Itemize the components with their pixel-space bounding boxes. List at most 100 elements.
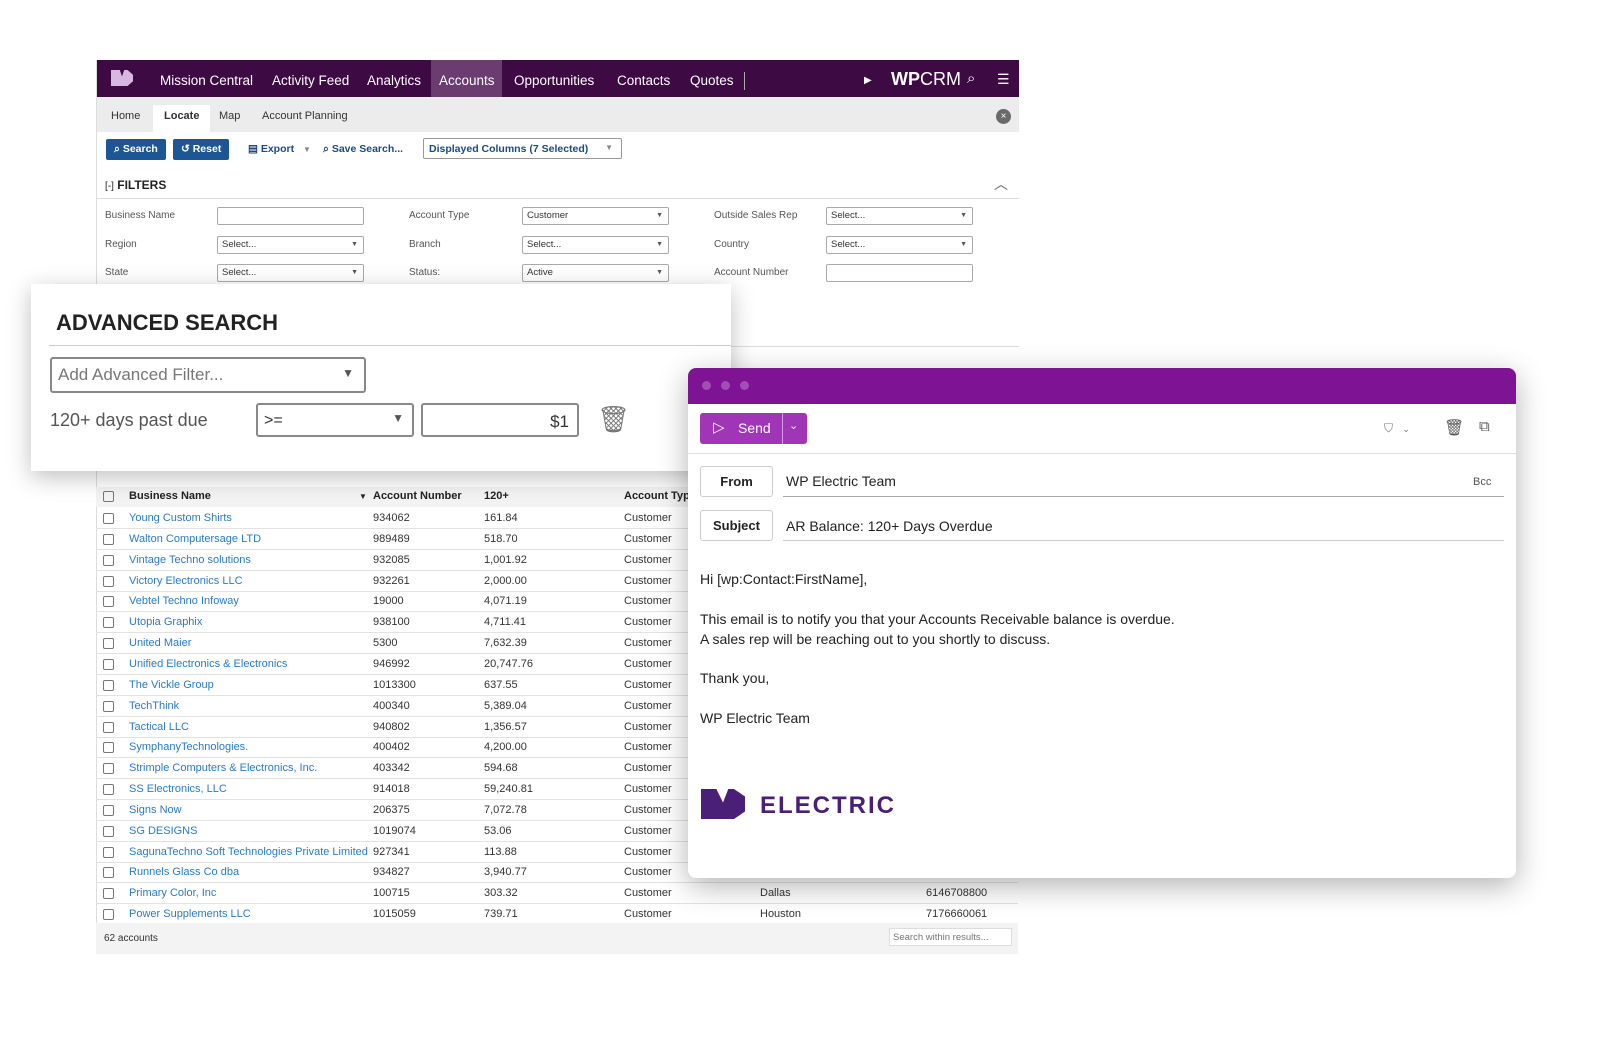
window-dot[interactable] xyxy=(740,381,749,390)
business-name-link[interactable]: Signs Now xyxy=(129,800,182,821)
row-checkbox[interactable] xyxy=(103,763,114,775)
email-greeting[interactable]: Hi [wp:Contact:FirstName], xyxy=(700,571,867,587)
row-checkbox[interactable] xyxy=(103,867,114,879)
subject-button[interactable]: Subject xyxy=(700,510,773,541)
from-button[interactable]: From xyxy=(700,466,773,497)
subnav-locate[interactable]: Locate xyxy=(153,105,211,132)
filter-input[interactable]: Select... ▼ xyxy=(217,236,364,254)
email-body-line[interactable]: This email is to notify you that your Ac… xyxy=(700,611,1175,627)
nav-quotes[interactable]: Quotes xyxy=(690,60,734,97)
nav-activity-feed[interactable]: Activity Feed xyxy=(272,60,349,97)
business-name-link[interactable]: Strimple Computers & Electronics, Inc. xyxy=(129,758,317,779)
filter-input[interactable]: Select... ▼ xyxy=(522,236,669,254)
row-checkbox[interactable] xyxy=(103,575,114,587)
operator-select[interactable]: >= ▼ xyxy=(256,403,414,437)
header-business-name[interactable]: Business Name xyxy=(129,487,211,506)
business-name-link[interactable]: SG DESIGNS xyxy=(129,821,197,842)
collapse-chevron-icon[interactable]: ︿ xyxy=(994,174,1008,194)
row-checkbox[interactable] xyxy=(103,700,114,712)
expand-arrow-icon[interactable]: ▶ xyxy=(864,60,872,97)
filter-input[interactable]: Select... ▼ xyxy=(217,264,364,282)
pop-out-icon[interactable]: ⧉ xyxy=(1479,418,1490,435)
business-name-link[interactable]: Victory Electronics LLC xyxy=(129,571,243,592)
filter-input[interactable]: Select... ▼ xyxy=(826,207,973,225)
nav-contacts[interactable]: Contacts xyxy=(617,60,670,97)
header-account-type[interactable]: Account Type xyxy=(624,487,696,506)
subject-input[interactable]: AR Balance: 120+ Days Overdue xyxy=(786,518,993,534)
send-options-chevron-icon[interactable]: ⌄ xyxy=(789,419,798,432)
row-checkbox[interactable] xyxy=(103,679,114,691)
header-account-number[interactable]: Account Number xyxy=(373,487,462,506)
row-checkbox[interactable] xyxy=(103,721,114,733)
subnav-account-planning[interactable]: Account Planning xyxy=(251,105,359,132)
row-checkbox[interactable] xyxy=(103,909,114,921)
select-all-checkbox[interactable] xyxy=(103,491,114,502)
filter-input[interactable] xyxy=(217,207,364,225)
displayed-columns-select[interactable]: Displayed Columns (7 Selected) ▼ xyxy=(423,138,622,159)
business-name-link[interactable]: Power Supplements LLC xyxy=(129,904,251,925)
window-dot[interactable] xyxy=(702,381,711,390)
business-name-link[interactable]: SymphanyTechnologies. xyxy=(129,737,248,758)
trash-icon[interactable]: 🗑︎ xyxy=(597,404,630,435)
filter-input[interactable]: Active ▼ xyxy=(522,264,669,282)
window-dot[interactable] xyxy=(721,381,730,390)
close-icon[interactable]: × xyxy=(996,109,1011,124)
nav-analytics[interactable]: Analytics xyxy=(367,60,421,97)
discard-trash-icon[interactable]: 🗑︎ xyxy=(1444,418,1464,438)
row-checkbox[interactable] xyxy=(103,617,114,629)
subnav-home[interactable]: Home xyxy=(100,105,151,132)
filter-input[interactable] xyxy=(826,264,973,282)
row-checkbox[interactable] xyxy=(103,825,114,837)
nav-opportunities[interactable]: Opportunities xyxy=(514,60,594,97)
business-name-link[interactable]: Vintage Techno solutions xyxy=(129,550,251,571)
business-name-link[interactable]: Utopia Graphix xyxy=(129,612,202,633)
row-checkbox[interactable] xyxy=(103,596,114,608)
business-name-link[interactable]: Unified Electronics & Electronics xyxy=(129,654,287,675)
reset-button[interactable]: ↺ Reset xyxy=(173,139,230,160)
business-name-link[interactable]: Vebtel Techno Infoway xyxy=(129,591,239,612)
business-name-link[interactable]: Primary Color, Inc xyxy=(129,883,216,904)
email-signoff[interactable]: Thank you, xyxy=(700,670,769,686)
business-name-link[interactable]: Runnels Glass Co dba xyxy=(129,862,239,883)
row-checkbox[interactable] xyxy=(103,658,114,670)
nav-mission-central[interactable]: Mission Central xyxy=(160,60,253,97)
row-checkbox[interactable] xyxy=(103,554,114,566)
search-within-results-input[interactable] xyxy=(889,928,1012,946)
search-icon[interactable]: ⌕ xyxy=(967,60,975,97)
header-120-plus[interactable]: 120+ xyxy=(484,487,509,506)
business-name-link[interactable]: United Maier xyxy=(129,633,191,654)
from-value[interactable]: WP Electric Team xyxy=(786,473,896,489)
business-name-link[interactable]: SS Electronics, LLC xyxy=(129,779,227,800)
filter-value-input[interactable]: $1 xyxy=(421,403,579,437)
business-name-link[interactable]: Young Custom Shirts xyxy=(129,508,232,529)
business-name-link[interactable]: TechThink xyxy=(129,696,179,717)
row-checkbox[interactable] xyxy=(103,742,114,754)
row-checkbox[interactable] xyxy=(103,846,114,858)
row-checkbox[interactable] xyxy=(103,888,114,900)
row-checkbox[interactable] xyxy=(103,513,114,524)
business-name-link[interactable]: Walton Computersage LTD xyxy=(129,529,261,550)
export-button[interactable]: ▤ Export ▼ xyxy=(248,143,311,155)
business-name-link[interactable]: SagunaTechno Soft Technologies Private L… xyxy=(129,842,368,863)
filters-header[interactable]: [-] FILTERS xyxy=(105,178,166,192)
row-checkbox[interactable] xyxy=(103,804,114,816)
search-button[interactable]: ⌕ Search xyxy=(106,139,166,160)
send-button[interactable]: ▷ Send ⌄ xyxy=(700,413,807,444)
bcc-button[interactable]: Bcc xyxy=(1473,476,1491,488)
add-advanced-filter-select[interactable]: Add Advanced Filter... ▼ xyxy=(50,357,366,393)
table-row[interactable]: Power Supplements LLC 1015059 739.71 Custom… xyxy=(96,904,1018,926)
subnav-map[interactable]: Map xyxy=(208,105,251,132)
business-name-link[interactable]: Tactical LLC xyxy=(129,717,189,738)
filter-input[interactable]: Select... ▼ xyxy=(826,236,973,254)
email-body-line[interactable]: A sales rep will be reaching out to you … xyxy=(700,631,1050,647)
business-name-link[interactable]: The Vickle Group xyxy=(129,675,214,696)
sort-desc-icon[interactable]: ▼ xyxy=(359,487,367,506)
nav-accounts[interactable]: Accounts xyxy=(439,60,495,97)
email-signature[interactable]: WP Electric Team xyxy=(700,710,810,726)
sensitivity-shield-icon[interactable]: ⛉ ⌄ xyxy=(1384,421,1410,436)
row-checkbox[interactable] xyxy=(103,638,114,650)
row-checkbox[interactable] xyxy=(103,533,114,545)
save-search-button[interactable]: ⌕ Save Search... xyxy=(323,143,403,156)
filter-input[interactable]: Customer ▼ xyxy=(522,207,669,225)
menu-list-icon[interactable]: ☰ xyxy=(997,60,1010,97)
